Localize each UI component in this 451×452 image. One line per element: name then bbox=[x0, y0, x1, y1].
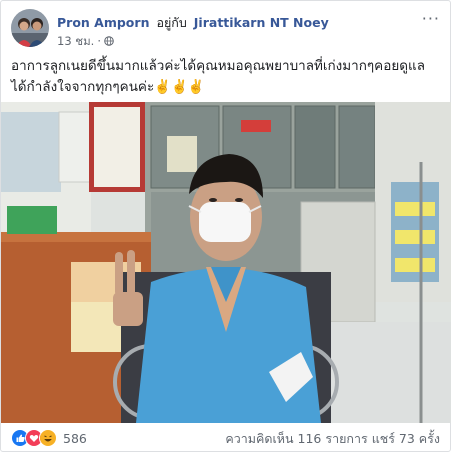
haha-reaction-icon bbox=[39, 429, 57, 447]
tagged-user[interactable]: Jirattikarn NT Noey bbox=[194, 15, 329, 30]
post-header: Pron Amporn อยู่กับ Jirattikarn NT Noey … bbox=[11, 9, 440, 51]
reaction-count: 586 bbox=[63, 430, 87, 446]
globe-icon[interactable] bbox=[104, 36, 114, 46]
meta-separator: · bbox=[97, 34, 101, 48]
post-text-line-1: อาการลูกเนยดีขึ้นมากแล้วค่ะได้คุณหมอคุณพ… bbox=[11, 58, 425, 74]
post-time[interactable]: 13 ชม. bbox=[57, 34, 94, 48]
author-name[interactable]: Pron Amporn bbox=[57, 15, 149, 30]
post-card: Pron Amporn อยู่กับ Jirattikarn NT Noey … bbox=[0, 0, 451, 452]
author-line: Pron Amporn อยู่กับ Jirattikarn NT Noey bbox=[57, 13, 329, 33]
reaction-summary[interactable]: 586 bbox=[11, 429, 87, 447]
engagement-stats: ความคิดเห็น 116 รายการ แชร์ 73 ครั้ง bbox=[225, 429, 440, 449]
with-text: อยู่กับ bbox=[156, 15, 187, 30]
post-text-line-2: ได้กำลังใจจากทุกๆคนค่ะ✌️✌️✌️ bbox=[11, 79, 205, 95]
post-meta: 13 ชม. · bbox=[57, 33, 114, 51]
more-options-icon[interactable]: ··· bbox=[422, 9, 440, 28]
shares-count-link[interactable]: แชร์ 73 ครั้ง bbox=[372, 431, 440, 446]
post-text: อาการลูกเนยดีขึ้นมากแล้วค่ะได้คุณหมอคุณพ… bbox=[11, 56, 441, 98]
avatar[interactable] bbox=[11, 9, 49, 47]
post-photo[interactable] bbox=[1, 102, 451, 423]
post-footer: 586 ความคิดเห็น 116 รายการ แชร์ 73 ครั้ง bbox=[11, 429, 440, 449]
comments-count-link[interactable]: ความคิดเห็น 116 รายการ bbox=[225, 431, 367, 446]
